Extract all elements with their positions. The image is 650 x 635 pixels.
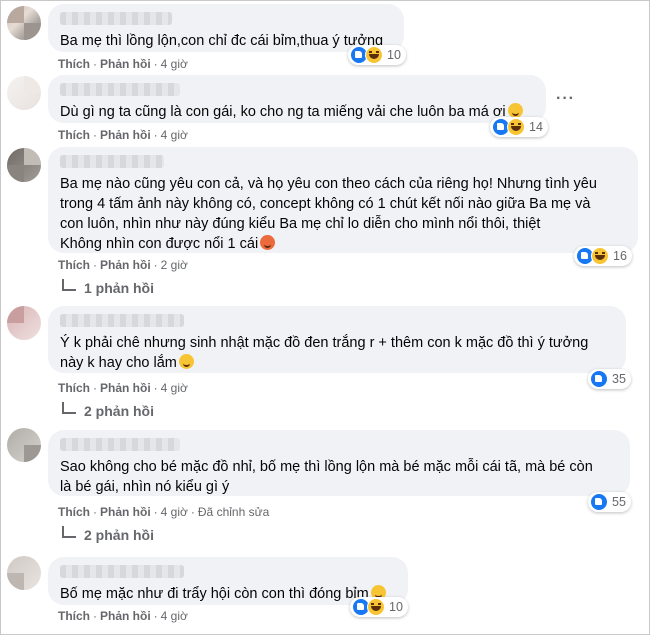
reaction-count: 10 [387,48,401,62]
author-name-blurred[interactable] [60,565,184,578]
comment-actions: Thích · Phản hồi · 2 giờ [58,258,188,272]
reply-button[interactable]: Phản hồi [100,128,151,142]
reply-button[interactable]: Phản hồi [100,381,151,395]
timestamp[interactable]: 4 giờ [161,381,188,395]
haha-reaction-icon [365,46,383,64]
comment-bubble: Ý k phải chê nhưng sinh nhật mặc đồ đen … [48,306,626,373]
reply-button[interactable]: Phản hồi [100,609,151,623]
like-button[interactable]: Thích [58,381,90,395]
comment-actions: Thích · Phản hồi · 4 giờ [58,609,188,623]
comment-actions: Thích · Phản hồi · 4 giờ · Đã chỉnh sửa [58,505,270,519]
reaction-count: 14 [529,120,543,134]
haha-reaction-icon [591,247,609,265]
author-name-blurred[interactable] [60,83,180,96]
avatar[interactable] [7,76,41,110]
author-name-blurred[interactable] [60,12,172,25]
reply-arrow-icon [62,402,76,414]
reply-button[interactable]: Phản hồi [100,57,151,71]
reaction-summary[interactable]: 14 [490,117,548,137]
comment-text: Ba mẹ thì lồng lộn,con chỉ đc cái bỉm,th… [60,33,384,49]
avatar[interactable] [7,428,41,462]
reply-arrow-icon [62,279,76,291]
like-button[interactable]: Thích [58,609,90,623]
like-reaction-icon [590,493,608,511]
timestamp[interactable]: 4 giờ [161,609,188,623]
reply-arrow-icon [62,526,76,538]
reaction-summary[interactable]: 10 [348,45,406,65]
comment-text: Ba mẹ nào cũng yêu con cả, và họ yêu con… [60,176,597,252]
reaction-count: 55 [612,495,626,509]
comment-text: Ý k phải chê nhưng sinh nhật mặc đồ đen … [60,335,589,371]
author-name-blurred[interactable] [60,438,180,451]
like-button[interactable]: Thích [58,128,90,142]
comment-actions: Thích · Phản hồi · 4 giờ [58,381,188,395]
timestamp[interactable]: 4 giờ [161,57,188,71]
view-replies-link[interactable]: 2 phản hồi [62,526,154,543]
comment-text: Dù gì ng ta cũng là con gái, ko cho ng t… [60,102,534,122]
haha-reaction-icon [367,598,385,616]
reaction-summary[interactable]: 16 [574,246,632,266]
comment-bubble: Ba mẹ thì lồng lộn,con chỉ đc cái bỉm,th… [48,4,404,52]
like-button[interactable]: Thích [58,505,90,519]
like-reaction-icon [590,370,608,388]
edited-label[interactable]: Đã chỉnh sửa [198,505,269,519]
comment-text: Sao không cho bé mặc đồ nhỉ, bố mẹ thì l… [60,459,593,495]
avatar[interactable] [7,556,41,590]
haha-reaction-icon [507,118,525,136]
author-name-blurred[interactable] [60,314,184,327]
reply-button[interactable]: Phản hồi [100,505,151,519]
more-options-button[interactable]: ··· [556,90,575,108]
like-button[interactable]: Thích [58,258,90,272]
laughing-emoji-icon [507,103,523,118]
like-button[interactable]: Thích [58,57,90,71]
comment-bubble: Dù gì ng ta cũng là con gái, ko cho ng t… [48,75,546,123]
comment-bubble: Ba mẹ nào cũng yêu con cả, và họ yêu con… [48,147,638,253]
reaction-count: 10 [389,600,403,614]
avatar[interactable] [7,306,41,340]
avatar[interactable] [7,148,41,182]
reaction-count: 35 [612,372,626,386]
view-replies-link[interactable]: 2 phản hồi [62,402,154,419]
comment-bubble: Sao không cho bé mặc đồ nhỉ, bố mẹ thì l… [48,430,630,496]
reaction-summary[interactable]: 55 [588,492,631,512]
grinning-sweat-emoji-icon [178,354,194,369]
reply-button[interactable]: Phản hồi [100,258,151,272]
reaction-summary[interactable]: 10 [350,597,408,617]
reaction-summary[interactable]: 35 [588,369,631,389]
comment-actions: Thích · Phản hồi · 4 giờ [58,128,188,142]
comment-text: Bố mẹ mặc như đi trẩy hội còn con thì đó… [60,584,396,604]
comment-actions: Thích · Phản hồi · 4 giờ [58,57,188,71]
reaction-count: 16 [613,249,627,263]
author-name-blurred[interactable] [60,155,164,168]
timestamp[interactable]: 4 giờ [161,505,188,519]
view-replies-link[interactable]: 1 phản hồi [62,279,154,296]
timestamp[interactable]: 4 giờ [161,128,188,142]
timestamp[interactable]: 2 giờ [161,258,188,272]
avatar[interactable] [7,6,41,40]
angry-emoji-icon [260,235,276,250]
